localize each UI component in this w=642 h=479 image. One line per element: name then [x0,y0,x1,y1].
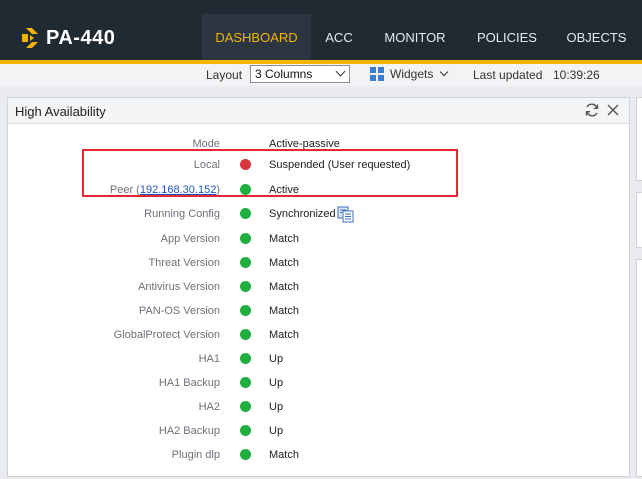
logo[interactable]: PA-440 [20,26,115,50]
ha-row-app-version: App Version Match [8,229,629,249]
last-updated-time: 10:39:26 [553,68,600,82]
layout-select-value: 3 Columns [255,67,313,81]
status-dot-green [240,233,251,244]
row-value: Up [269,401,284,413]
status-dot-green [240,257,251,268]
ha-row-ha1-backup: HA1 Backup Up [8,373,629,393]
row-label: Antivirus Version [138,281,220,293]
status-dot-green [240,208,251,219]
row-value: Match [269,281,299,293]
widgets-menu-button[interactable]: Widgets [370,67,449,81]
compare-config-icon[interactable] [337,206,355,223]
product-name: PA-440 [46,26,116,49]
row-label: GlobalProtect Version [113,329,220,341]
widgets-grid-icon [370,67,384,81]
row-label: HA2 Backup [158,425,220,437]
widget-title: High Availability [15,104,106,119]
tab-dashboard[interactable]: DASHBOARD [202,14,311,60]
status-dot-green [240,281,251,292]
ha-row-ha2: HA2 Up [8,397,629,417]
status-dot-green [240,425,251,436]
widgets-label: Widgets [390,67,434,81]
ha-row-ha1: HA1 Up [8,349,629,369]
tab-acc[interactable]: ACC [311,14,367,60]
adjacent-widget-edge [636,192,642,248]
ha-row-plugin-dlp: Plugin dlp Match [8,445,629,465]
ha-row-panos-version: PAN-OS Version Match [8,301,629,321]
tab-policies[interactable]: POLICIES [463,14,551,60]
adjacent-widget-edge [636,259,642,477]
row-value: Up [269,353,284,365]
row-label: Running Config [144,208,220,220]
status-dot-green [240,305,251,316]
top-bar: PA-440 DASHBOARD ACC MONITOR POLICIES OB… [0,0,642,60]
ha-row-antivirus-version: Antivirus Version Match [8,277,629,297]
ha-row-ha2-backup: HA2 Backup Up [8,421,629,441]
ha-row-globalprotect-version: GlobalProtect Version Match [8,325,629,345]
status-dot-green [240,401,251,412]
layout-select[interactable]: 3 Columns [250,65,350,83]
layout-label: Layout [206,68,243,82]
row-label: App Version [160,233,220,245]
row-label: HA1 Backup [158,377,220,389]
main-nav: DASHBOARD ACC MONITOR POLICIES OBJECTS [202,14,642,60]
annotation-highlight-box [82,149,458,197]
chevron-down-icon [335,66,346,77]
tab-objects[interactable]: OBJECTS [551,14,642,60]
row-value: Match [269,257,299,269]
row-value: Up [269,425,284,437]
row-label: HA1 [198,353,220,365]
row-value: Synchronized [269,208,336,220]
close-icon[interactable] [605,102,621,118]
chevron-down-icon [440,67,449,77]
row-value: Match [269,329,299,341]
status-dot-green [240,449,251,460]
ha-row-running-config: Running Config Synchronized [8,204,629,224]
status-dot-green [240,353,251,364]
row-value: Match [269,449,299,461]
status-dot-green [240,377,251,388]
paloalto-logo-icon [20,26,40,50]
widget-header: High Availability [8,98,629,124]
row-label: Plugin dlp [171,449,220,461]
dashboard-toolbar: Layout 3 Columns Widgets Last updated 10… [0,64,642,86]
row-label: HA2 [198,401,220,413]
row-value: Match [269,305,299,317]
row-label: PAN-OS Version [138,305,220,317]
refresh-icon[interactable] [584,102,600,118]
row-label: Threat Version [148,257,220,269]
high-availability-widget: High Availability Mode Active-passive Lo… [7,97,630,477]
tab-monitor[interactable]: MONITOR [367,14,463,60]
adjacent-widget-edge [636,97,642,181]
row-value: Match [269,233,299,245]
row-value: Up [269,377,284,389]
status-dot-green [240,329,251,340]
ha-row-threat-version: Threat Version Match [8,253,629,273]
last-updated-label: Last updated [473,68,543,82]
